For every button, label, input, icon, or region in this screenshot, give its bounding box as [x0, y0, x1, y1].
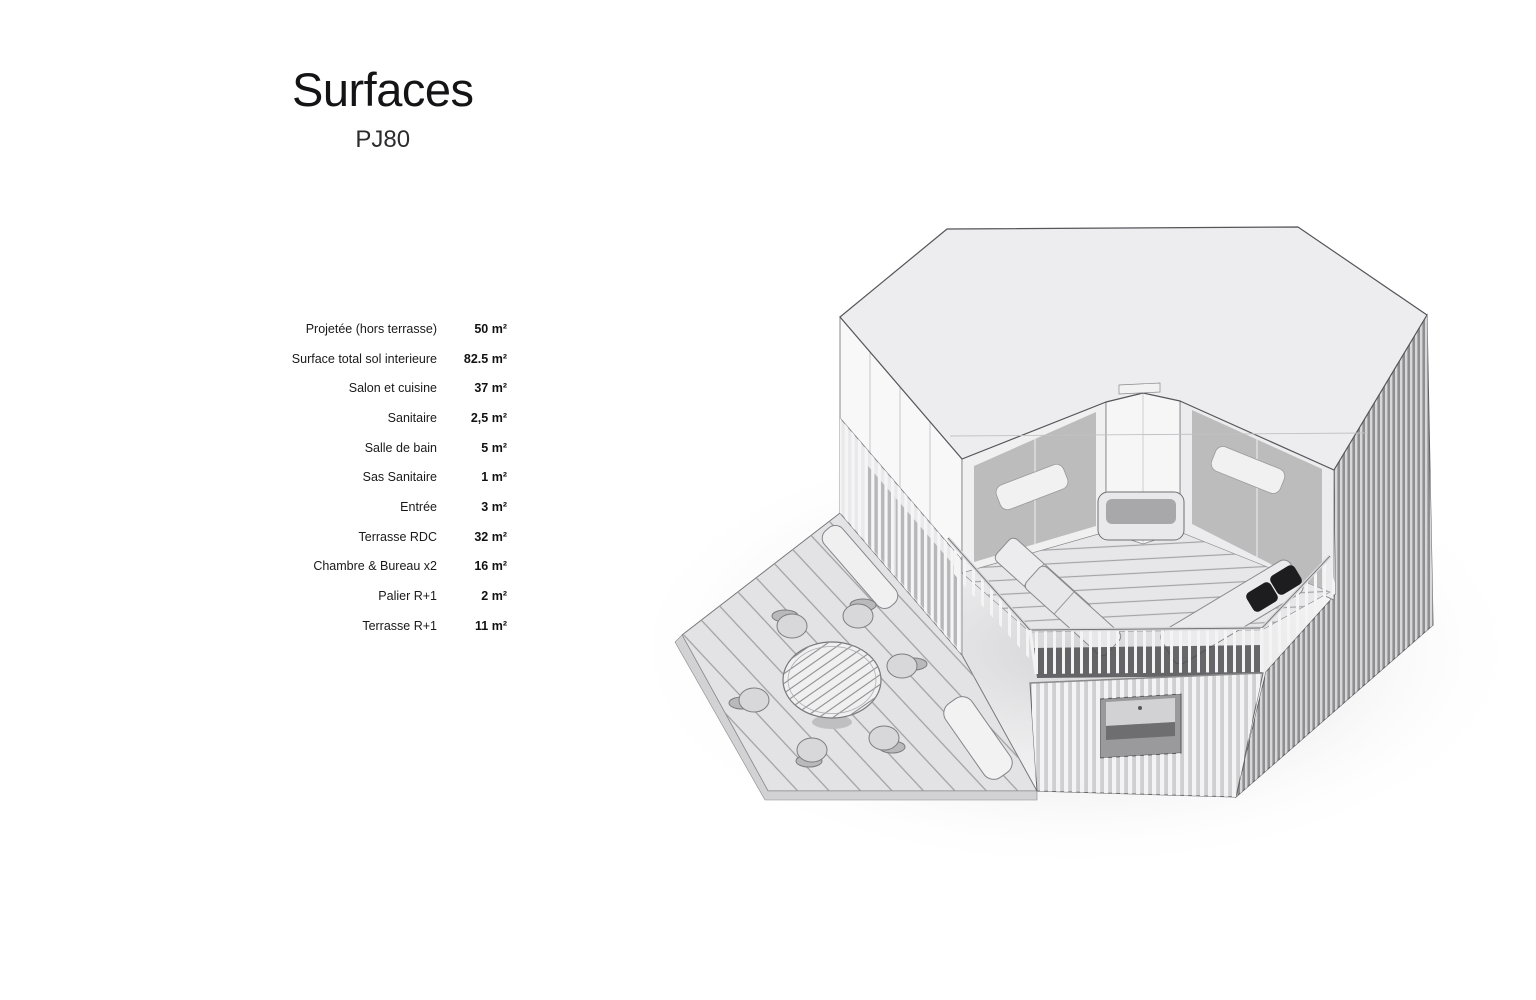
surface-value: 2,5 m²	[437, 411, 507, 425]
kitchen-window	[1100, 694, 1181, 758]
surfaces-table: Projetée (hors terrasse)50 m² Surface to…	[167, 314, 507, 641]
table-row: Entrée3 m²	[167, 492, 507, 522]
surface-value: 5 m²	[437, 441, 507, 455]
surface-label: Salle de bain	[167, 441, 437, 455]
roof-notch	[1119, 383, 1160, 394]
page: Surfaces PJ80 Projetée (hors terrasse)50…	[0, 0, 1536, 1000]
header: Surfaces PJ80	[292, 64, 473, 154]
table-row: Sanitaire2,5 m²	[167, 403, 507, 433]
page-title: Surfaces	[292, 64, 473, 116]
surface-label: Terrasse R+1	[167, 619, 437, 633]
surface-value: 1 m²	[437, 470, 507, 484]
surface-label: Palier R+1	[167, 589, 437, 603]
surface-value: 16 m²	[437, 559, 507, 573]
surface-value: 32 m²	[437, 530, 507, 544]
table-row: Terrasse R+111 m²	[167, 611, 507, 641]
surface-label: Chambre & Bureau x2	[167, 559, 437, 573]
surface-label: Projetée (hors terrasse)	[167, 322, 437, 336]
surface-value: 11 m²	[437, 619, 507, 633]
surface-value: 82.5 m²	[437, 352, 507, 366]
surface-value: 3 m²	[437, 500, 507, 514]
surface-label: Sanitaire	[167, 411, 437, 425]
table-row: Chambre & Bureau x216 m²	[167, 552, 507, 582]
surface-label: Entrée	[167, 500, 437, 514]
table-row: Sas Sanitaire1 m²	[167, 462, 507, 492]
surface-value: 50 m²	[437, 322, 507, 336]
terrace-planter	[1098, 492, 1184, 540]
surface-value: 2 m²	[437, 589, 507, 603]
table-row: Surface total sol interieure82.5 m²	[167, 344, 507, 374]
surface-label: Sas Sanitaire	[167, 470, 437, 484]
table-row: Palier R+12 m²	[167, 581, 507, 611]
table-row: Projetée (hors terrasse)50 m²	[167, 314, 507, 344]
surface-value: 37 m²	[437, 381, 507, 395]
surface-label: Terrasse RDC	[167, 530, 437, 544]
surface-label: Surface total sol interieure	[167, 352, 437, 366]
page-subtitle: PJ80	[292, 126, 473, 154]
front-slat-volume	[1030, 673, 1263, 797]
surface-label: Salon et cuisine	[167, 381, 437, 395]
table-row: Salle de bain5 m²	[167, 433, 507, 463]
table-row: Terrasse RDC32 m²	[167, 522, 507, 552]
table-row: Salon et cuisine37 m²	[167, 373, 507, 403]
